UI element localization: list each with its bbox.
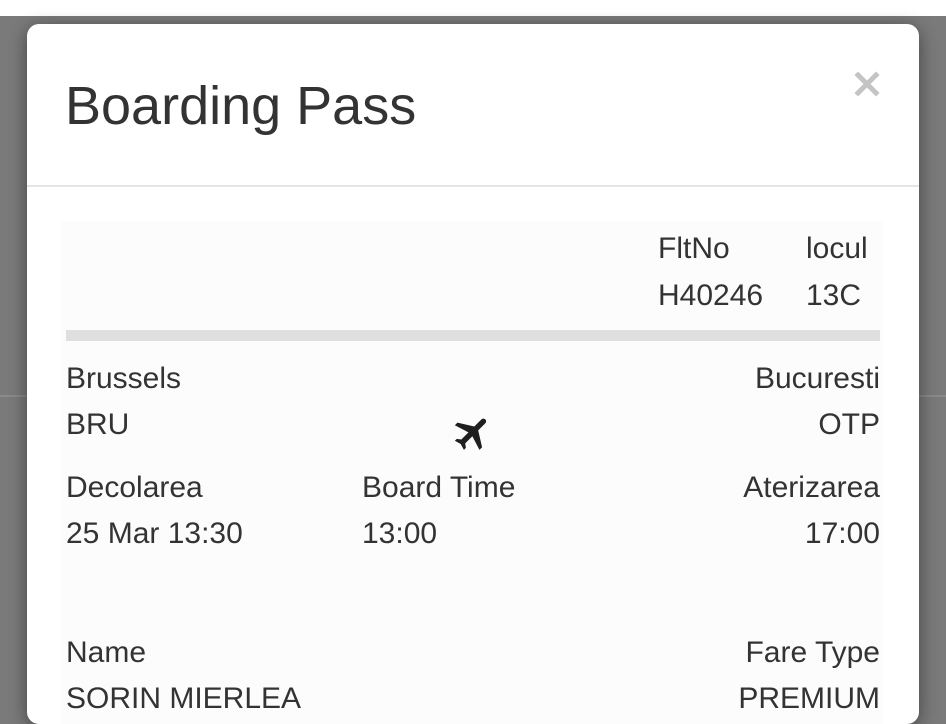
airplane-icon (454, 418, 487, 450)
arrival-value: 17:00 (804, 517, 880, 550)
backdrop-top-strip (0, 0, 946, 16)
modal-body: FltNo locul H40246 13C Brussels BRU Bucu… (27, 187, 919, 724)
passenger-name-label: Name (66, 636, 147, 669)
pass-divider (66, 330, 880, 341)
modal-header: Boarding Pass (27, 24, 919, 187)
departure-label: Decolarea (66, 471, 203, 504)
boarding-pass-modal: Boarding Pass FltNo locul H40246 13C Bru… (27, 24, 919, 724)
passenger-name-value: SORIN MIERLEA (66, 682, 302, 715)
arrival-label: Aterizarea (743, 471, 880, 504)
seat-value: 13C (806, 279, 862, 312)
departure-value: 25 Mar 13:30 (66, 517, 243, 550)
flight-number-label: FltNo (658, 232, 730, 265)
close-icon (854, 71, 880, 97)
origin-code: BRU (66, 408, 130, 441)
modal-title: Boarding Pass (65, 76, 417, 136)
fare-type-label: Fare Type (745, 636, 880, 669)
fare-type-value: PREMIUM (738, 682, 880, 715)
destination-city: Bucuresti (754, 362, 880, 395)
board-time-value: 13:00 (362, 517, 438, 550)
board-time-label: Board Time (362, 471, 516, 504)
destination-code: OTP (818, 408, 880, 441)
origin-city: Brussels (66, 362, 182, 395)
flight-number-value: H40246 (658, 279, 764, 312)
seat-label: locul (806, 232, 868, 265)
close-button[interactable] (849, 66, 885, 102)
